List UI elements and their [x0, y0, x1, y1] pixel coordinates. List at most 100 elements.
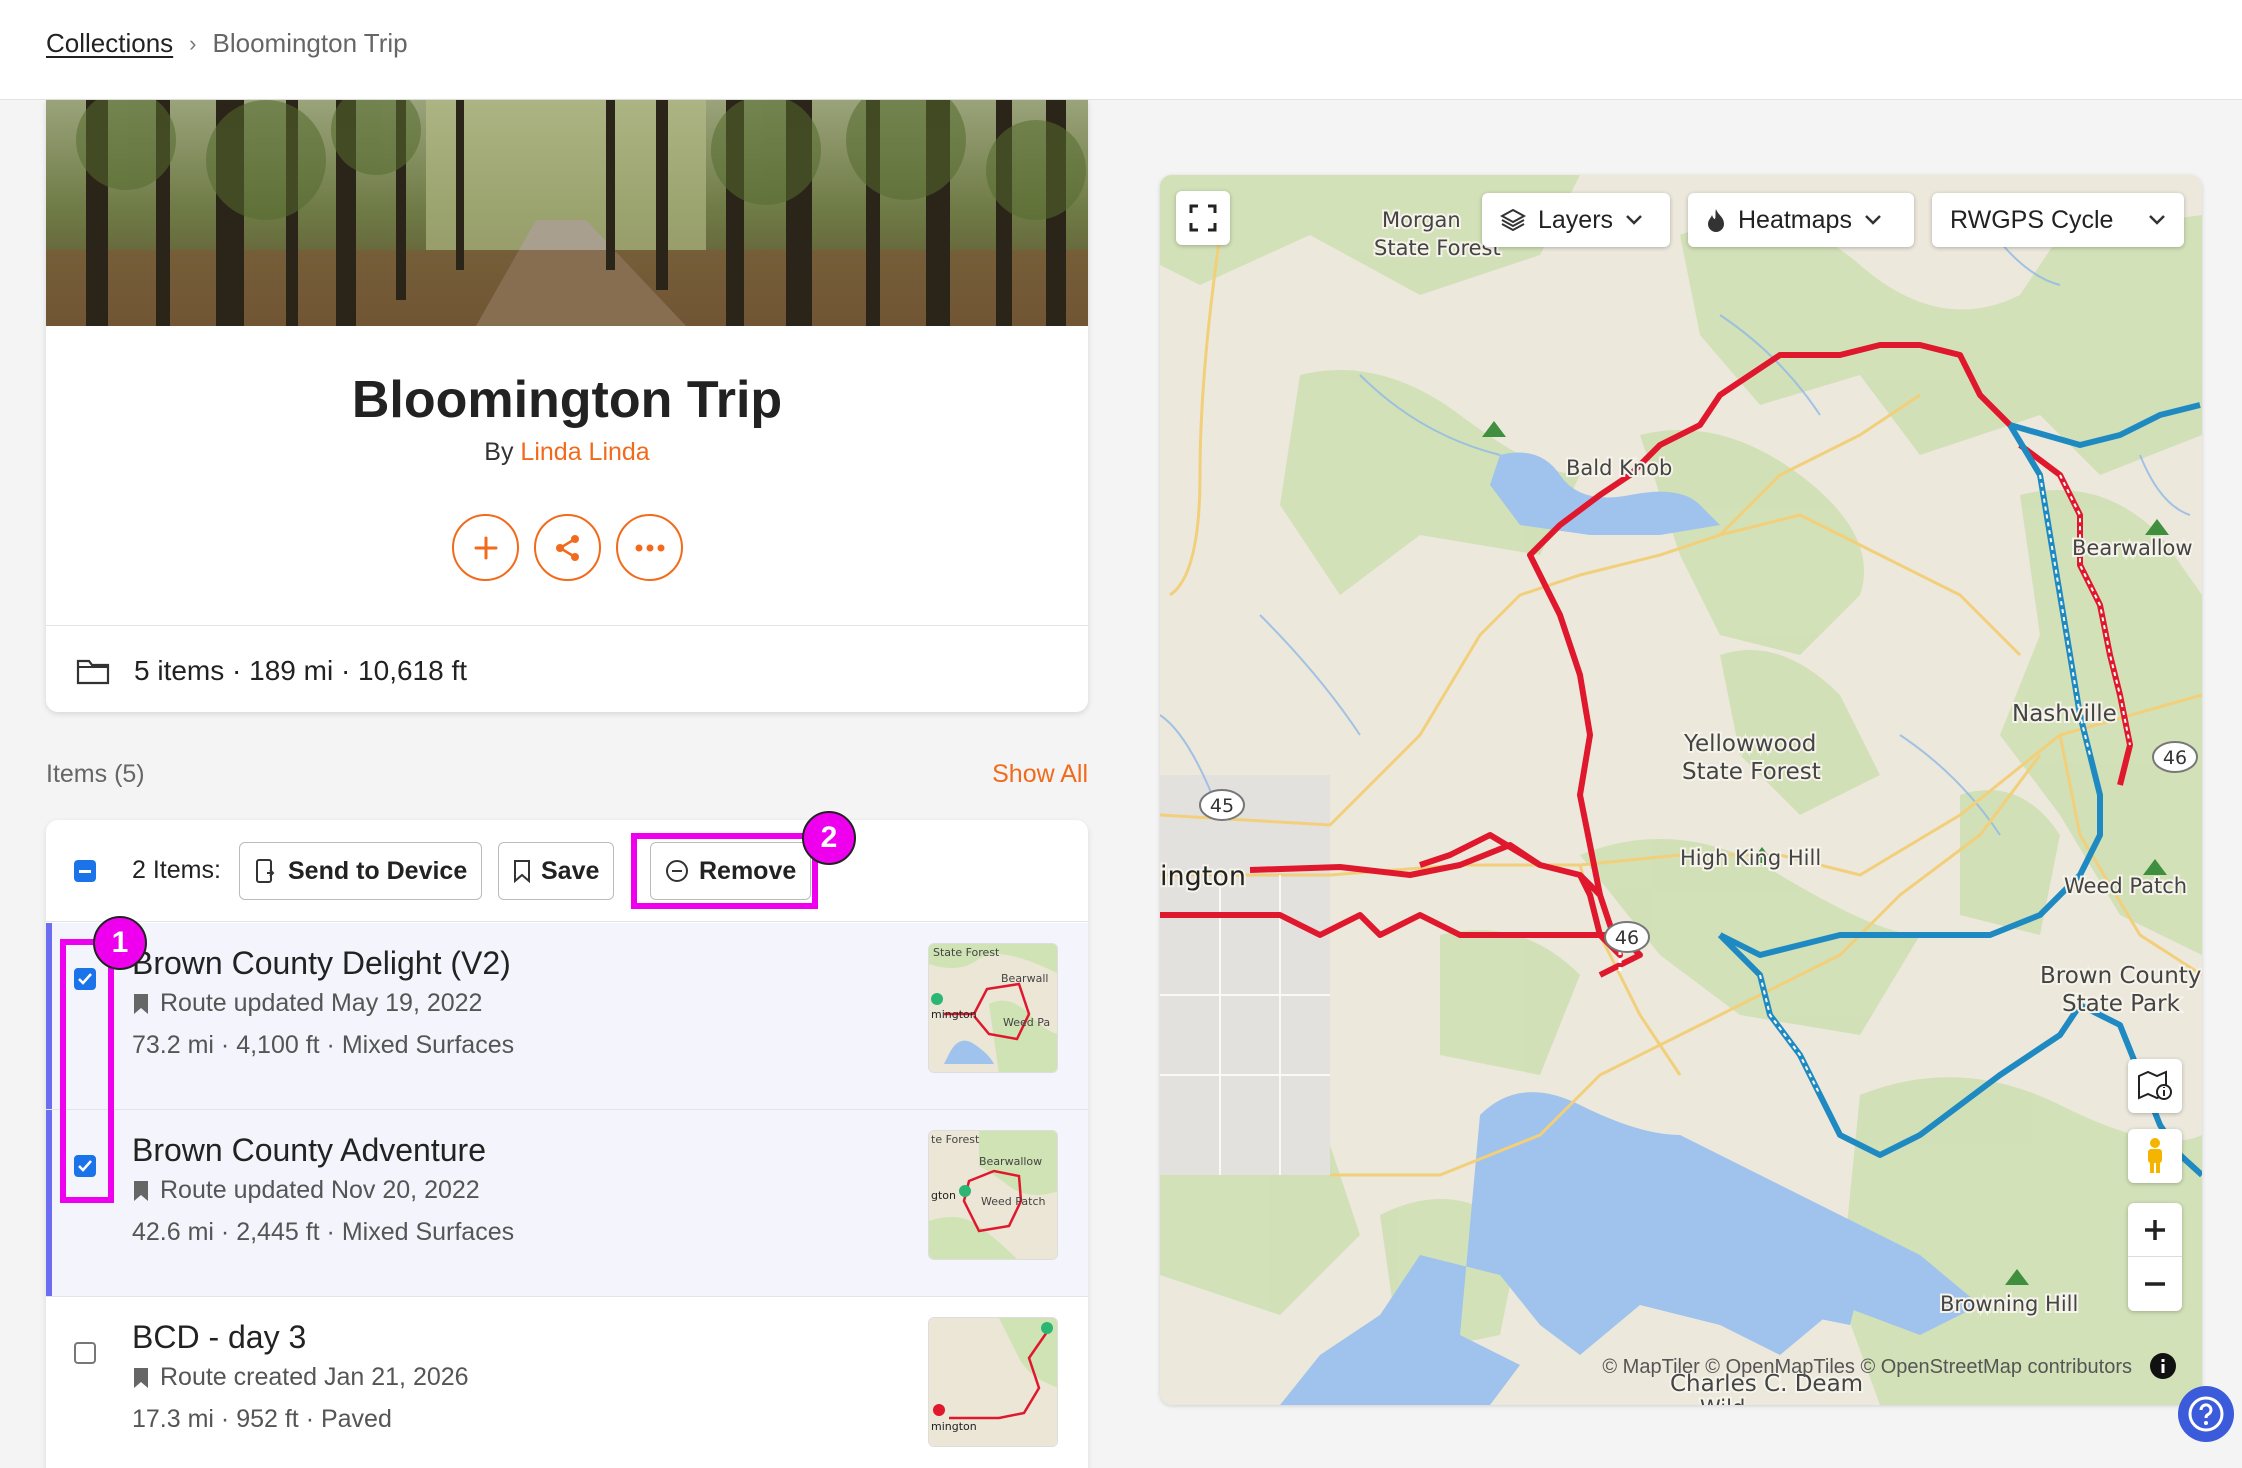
- thumb-label: Bearwall: [1001, 972, 1048, 985]
- route-updated-text: Route updated May 19, 2022: [160, 989, 483, 1017]
- route-stats: 42.6 mi · 2,445 ft · Mixed Surfaces: [132, 1218, 515, 1246]
- highway-shield: 46: [1615, 927, 1639, 949]
- plus-icon: [474, 536, 497, 559]
- route-name[interactable]: Brown County Delight (V2): [132, 945, 511, 982]
- add-button[interactable]: [452, 514, 519, 581]
- top-bar: Collections › Bloomington Trip: [0, 0, 2242, 100]
- pegman-icon: [2148, 1138, 2162, 1173]
- send-to-device-label: Send to Device: [288, 856, 468, 885]
- zoom-in-button[interactable]: [2128, 1203, 2182, 1257]
- street-view-button[interactable]: [2128, 1129, 2182, 1183]
- heatmaps-dropdown[interactable]: Heatmaps: [1688, 193, 1914, 247]
- breadcrumb-current: Bloomington Trip: [212, 28, 408, 58]
- route-row[interactable]: Brown County Adventure Route updated Nov…: [46, 1110, 1088, 1297]
- route-stats: 17.3 mi · 952 ft · Paved: [132, 1405, 392, 1433]
- highlight-checkboxes: [60, 939, 114, 1203]
- thumb-label: gton: [931, 1189, 956, 1202]
- by-label: By: [484, 438, 514, 466]
- items-list: 2 Items: Send to Device Save Remove Brow…: [46, 820, 1088, 1468]
- share-icon: [555, 534, 579, 561]
- route-updated: Route updated Nov 20, 2022: [132, 1176, 480, 1205]
- map-style-dropdown[interactable]: RWGPS Cycle: [1932, 193, 2184, 247]
- thumb-label: Bearwallow: [979, 1155, 1042, 1168]
- map-info-button[interactable]: [2128, 1059, 2182, 1113]
- send-to-device-button[interactable]: Send to Device: [239, 842, 483, 900]
- items-header: Items (5) Show All: [46, 760, 1088, 789]
- attribution-info-icon[interactable]: [2150, 1353, 2176, 1379]
- share-button[interactable]: [534, 514, 601, 581]
- map-place-label: High King Hill: [1680, 846, 1821, 870]
- map-place-label: Bald Knob: [1566, 456, 1672, 480]
- route-thumbnail[interactable]: mington: [928, 1317, 1058, 1447]
- more-options-button[interactable]: [616, 514, 683, 581]
- card-divider: [46, 625, 1088, 626]
- map-place-label: Bearwallow: [2072, 536, 2193, 560]
- fullscreen-icon: [1189, 204, 1217, 232]
- route-name[interactable]: BCD - day 3: [132, 1319, 306, 1356]
- bookmark-icon: [514, 860, 530, 883]
- thumb-label: Weed Pa: [1003, 1016, 1050, 1029]
- layers-dropdown[interactable]: Layers: [1482, 193, 1670, 247]
- breadcrumb-separator: ›: [189, 30, 197, 56]
- chevron-down-icon: [1865, 215, 1881, 225]
- map-place-label: Nashville: [2012, 701, 2117, 727]
- folder-icon: [76, 659, 110, 685]
- map-canvas[interactable]: 45 46 46 Morgan State Forest Bald Knob B…: [1160, 175, 2202, 1405]
- heatmaps-label: Heatmaps: [1738, 205, 1852, 234]
- thumb-label: State Forest: [933, 946, 1000, 959]
- thumb-label: mington: [931, 1008, 977, 1021]
- route-row[interactable]: Brown County Delight (V2) Route updated …: [46, 923, 1088, 1110]
- route-thumbnail[interactable]: te Forest Bearwallow gton Weed Patch: [928, 1130, 1058, 1260]
- help-icon: [2188, 1396, 2224, 1432]
- map-place-label: State Park: [2062, 991, 2181, 1017]
- save-button[interactable]: Save: [498, 842, 615, 900]
- map-attribution: © MapTiler © OpenMapTiles © OpenStreetMa…: [1602, 1356, 2132, 1378]
- map-place-label: Wild: [1700, 1396, 1745, 1405]
- author-link[interactable]: Linda Linda: [520, 438, 649, 466]
- selection-accent: [46, 1110, 52, 1296]
- selection-accent: [46, 923, 52, 1109]
- map-place-label: ington: [1160, 861, 1246, 892]
- breadcrumb-collections-link[interactable]: Collections: [46, 28, 173, 59]
- select-all-checkbox[interactable]: [74, 860, 96, 882]
- zoom-out-button[interactable]: [2128, 1257, 2182, 1311]
- plus-icon: [2145, 1219, 2165, 1240]
- route-checkbox[interactable]: [74, 1342, 96, 1364]
- highlight-remove: [631, 833, 818, 909]
- selected-count: 2 Items:: [132, 856, 221, 884]
- layers-icon: [1500, 208, 1526, 232]
- zoom-controls: [2128, 1203, 2182, 1311]
- route-created-text: Route created Jan 21, 2026: [160, 1363, 469, 1391]
- bookmark-icon: [134, 1180, 148, 1201]
- route-thumbnail[interactable]: State Forest Bearwall mington Weed Pa: [928, 943, 1058, 1073]
- help-button[interactable]: [2178, 1386, 2234, 1442]
- annotation-badge-2: 2: [802, 811, 856, 865]
- route-created: Route created Jan 21, 2026: [132, 1363, 469, 1392]
- route-updated-text: Route updated Nov 20, 2022: [160, 1176, 480, 1204]
- map-place-label: Brown County: [2040, 963, 2201, 989]
- flame-icon: [1708, 209, 1724, 232]
- map-place-label: Browning Hill: [1940, 1292, 2078, 1316]
- device-icon: [256, 859, 275, 883]
- layers-label: Layers: [1538, 205, 1614, 234]
- map-place-label: Yellowwood: [1683, 731, 1816, 757]
- collection-card: Bloomington Trip By Linda Linda 5 items …: [46, 100, 1088, 712]
- collection-stats-text: 5 items · 189 mi · 10,618 ft: [134, 655, 468, 686]
- collection-byline: By Linda Linda: [46, 438, 1088, 467]
- thumb-label: te Forest: [931, 1133, 980, 1146]
- show-all-link[interactable]: Show All: [992, 760, 1088, 789]
- save-label: Save: [541, 856, 600, 885]
- route-row[interactable]: BCD - day 3 Route created Jan 21, 2026 1…: [46, 1297, 1088, 1468]
- fullscreen-button[interactable]: [1176, 191, 1230, 245]
- map-style-label: RWGPS Cycle: [1950, 205, 2114, 234]
- bulk-toolbar: 2 Items: Send to Device Save Remove: [46, 820, 1088, 922]
- annotation-badge-1: 1: [93, 916, 147, 970]
- route-updated: Route updated May 19, 2022: [132, 989, 482, 1018]
- chevron-down-icon: [1626, 215, 1642, 225]
- ellipsis-icon: [635, 544, 664, 551]
- chevron-down-icon: [2149, 215, 2165, 225]
- breadcrumb: Collections › Bloomington Trip: [46, 28, 408, 59]
- route-map[interactable]: 45 46 46 Morgan State Forest Bald Knob B…: [1160, 175, 2202, 1405]
- route-name[interactable]: Brown County Adventure: [132, 1132, 486, 1169]
- bookmark-icon: [134, 993, 148, 1014]
